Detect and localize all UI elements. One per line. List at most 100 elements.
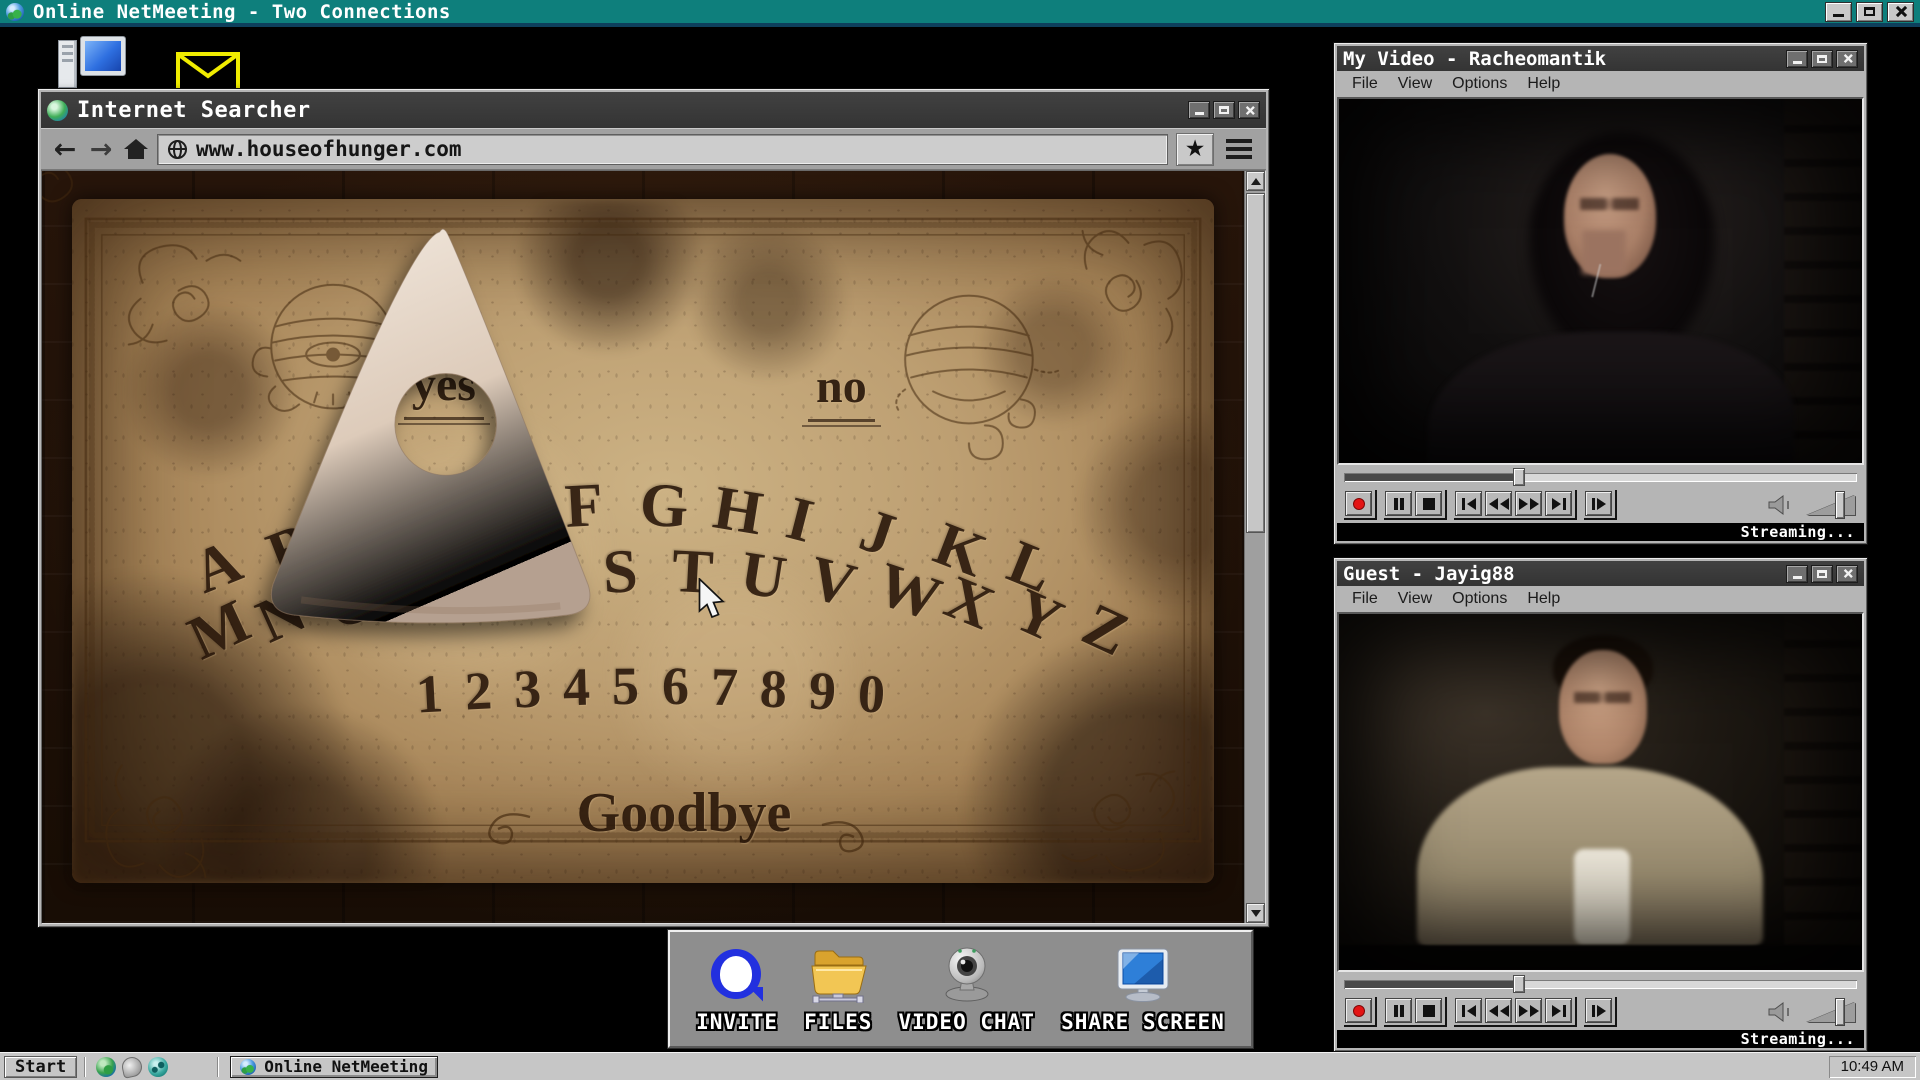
stop-button[interactable] bbox=[1415, 491, 1442, 516]
board-letter-5[interactable]: 5 bbox=[612, 659, 639, 713]
menu-options[interactable]: Options bbox=[1443, 589, 1516, 609]
menu-hamburger-icon[interactable] bbox=[1226, 139, 1252, 159]
minimize-button[interactable] bbox=[1786, 565, 1808, 583]
step-play-button[interactable] bbox=[1585, 491, 1612, 516]
close-button[interactable] bbox=[1887, 2, 1914, 22]
board-letter-2[interactable]: 2 bbox=[464, 664, 494, 719]
speaker-muted-icon[interactable] bbox=[1766, 1000, 1796, 1024]
my-video-titlebar[interactable]: My Video - Racheomantik bbox=[1337, 46, 1864, 71]
mail-envelope-icon[interactable] bbox=[176, 52, 240, 92]
rewind-button[interactable] bbox=[1485, 491, 1512, 516]
stop-button[interactable] bbox=[1415, 998, 1442, 1023]
network-globe-icon[interactable] bbox=[148, 1057, 168, 1077]
goodbye-flourish-left bbox=[482, 803, 534, 847]
media-controls bbox=[1337, 994, 1864, 1030]
seek-slider[interactable] bbox=[1344, 975, 1857, 993]
menu-help[interactable]: Help bbox=[1518, 589, 1569, 609]
board-letter-0[interactable]: 0 bbox=[857, 666, 887, 721]
menu-view[interactable]: View bbox=[1389, 74, 1441, 94]
volume-slider[interactable] bbox=[1803, 491, 1857, 519]
browser-toolbar: ← → www.houseofhunger.com ★ bbox=[41, 128, 1266, 170]
guest-title: Guest - Jayig88 bbox=[1343, 563, 1515, 585]
scroll-up-icon[interactable] bbox=[1246, 171, 1265, 191]
files-button[interactable]: FILES bbox=[804, 945, 872, 1034]
task-button-netmeeting[interactable]: Online NetMeeting bbox=[230, 1056, 438, 1078]
goodbye-flourish-right bbox=[818, 811, 870, 855]
board-letter-4[interactable]: 4 bbox=[563, 660, 591, 715]
board-letter-7[interactable]: 7 bbox=[710, 660, 738, 715]
next-button[interactable] bbox=[1545, 491, 1572, 516]
globe-icon[interactable] bbox=[96, 1057, 116, 1077]
maximize-button[interactable] bbox=[1213, 101, 1235, 119]
previous-button[interactable] bbox=[1455, 998, 1482, 1023]
maximize-button[interactable] bbox=[1811, 50, 1833, 68]
board-letter-9[interactable]: 9 bbox=[808, 664, 838, 719]
board-letter-3[interactable]: 3 bbox=[513, 661, 542, 716]
task-button-label: Online NetMeeting bbox=[264, 1057, 428, 1076]
board-letter-8[interactable]: 8 bbox=[759, 661, 788, 716]
previous-button[interactable] bbox=[1455, 491, 1482, 516]
browser-globe-icon bbox=[47, 100, 68, 121]
menu-file[interactable]: File bbox=[1343, 74, 1387, 94]
browser-titlebar[interactable]: Internet Searcher bbox=[41, 92, 1266, 128]
step-play-button[interactable] bbox=[1585, 998, 1612, 1023]
close-button[interactable] bbox=[1836, 565, 1858, 583]
menu-help[interactable]: Help bbox=[1518, 74, 1569, 94]
maximize-button[interactable] bbox=[1811, 565, 1833, 583]
streaming-status: Streaming... bbox=[1741, 523, 1855, 541]
pause-button[interactable] bbox=[1385, 998, 1412, 1023]
fast-forward-button[interactable] bbox=[1515, 491, 1542, 516]
minimize-button[interactable] bbox=[1825, 2, 1852, 22]
favorite-star-button[interactable]: ★ bbox=[1176, 133, 1214, 166]
seek-thumb[interactable] bbox=[1513, 468, 1525, 486]
volume-thumb[interactable] bbox=[1835, 491, 1845, 519]
board-letter-6[interactable]: 6 bbox=[661, 659, 688, 713]
home-icon[interactable] bbox=[123, 137, 149, 161]
start-button[interactable]: Start bbox=[4, 1056, 77, 1078]
fast-forward-button[interactable] bbox=[1515, 998, 1542, 1023]
speaker-muted-icon[interactable] bbox=[1766, 493, 1796, 517]
scrollbar-thumb[interactable] bbox=[1246, 193, 1265, 533]
video-chat-button[interactable]: VIDEO CHAT bbox=[899, 945, 1035, 1034]
video-chat-label: VIDEO CHAT bbox=[899, 1010, 1035, 1034]
rewind-button[interactable] bbox=[1485, 998, 1512, 1023]
seek-slider[interactable] bbox=[1344, 468, 1857, 486]
my-video-feed bbox=[1337, 97, 1864, 465]
clock-text: 10:49 AM bbox=[1841, 1058, 1904, 1075]
close-button[interactable] bbox=[1238, 101, 1260, 119]
pause-button[interactable] bbox=[1385, 491, 1412, 516]
menu-file[interactable]: File bbox=[1343, 589, 1387, 609]
volume-thumb[interactable] bbox=[1835, 998, 1845, 1026]
board-letter-1[interactable]: 1 bbox=[415, 666, 445, 721]
guest-titlebar[interactable]: Guest - Jayig88 bbox=[1337, 561, 1864, 586]
vertical-scrollbar[interactable] bbox=[1244, 171, 1265, 923]
scroll-down-icon[interactable] bbox=[1246, 903, 1265, 923]
taskbar-clock: 10:49 AM bbox=[1829, 1056, 1916, 1078]
record-button[interactable] bbox=[1345, 491, 1372, 516]
minimize-button[interactable] bbox=[1188, 101, 1210, 119]
menu-options[interactable]: Options bbox=[1443, 74, 1516, 94]
satellite-dish-icon[interactable] bbox=[120, 1055, 144, 1079]
close-button[interactable] bbox=[1836, 50, 1858, 68]
media-controls bbox=[1337, 487, 1864, 523]
guest-menubar: File View Options Help bbox=[1337, 586, 1864, 612]
crt-monitor-icon bbox=[1114, 947, 1172, 1003]
back-icon[interactable]: ← bbox=[51, 136, 79, 163]
menu-view[interactable]: View bbox=[1389, 589, 1441, 609]
netmeeting-tool-panel: INVITE FILES bbox=[668, 930, 1253, 1048]
record-button[interactable] bbox=[1345, 998, 1372, 1023]
url-bar[interactable]: www.houseofhunger.com bbox=[157, 134, 1168, 165]
guest-statusbar: Streaming... bbox=[1337, 1030, 1864, 1048]
mouse-cursor bbox=[698, 578, 725, 620]
seek-thumb[interactable] bbox=[1513, 975, 1525, 993]
webcam-icon bbox=[938, 945, 996, 1003]
forward-icon[interactable]: → bbox=[87, 136, 115, 163]
invite-button[interactable]: INVITE bbox=[696, 945, 778, 1034]
my-computer-icon[interactable] bbox=[58, 36, 126, 90]
maximize-button[interactable] bbox=[1856, 2, 1883, 22]
board-goodbye[interactable]: Goodbye bbox=[534, 781, 834, 845]
volume-slider[interactable] bbox=[1803, 998, 1857, 1026]
next-button[interactable] bbox=[1545, 998, 1572, 1023]
minimize-button[interactable] bbox=[1786, 50, 1808, 68]
share-screen-button[interactable]: SHARE SCREEN bbox=[1061, 945, 1225, 1034]
